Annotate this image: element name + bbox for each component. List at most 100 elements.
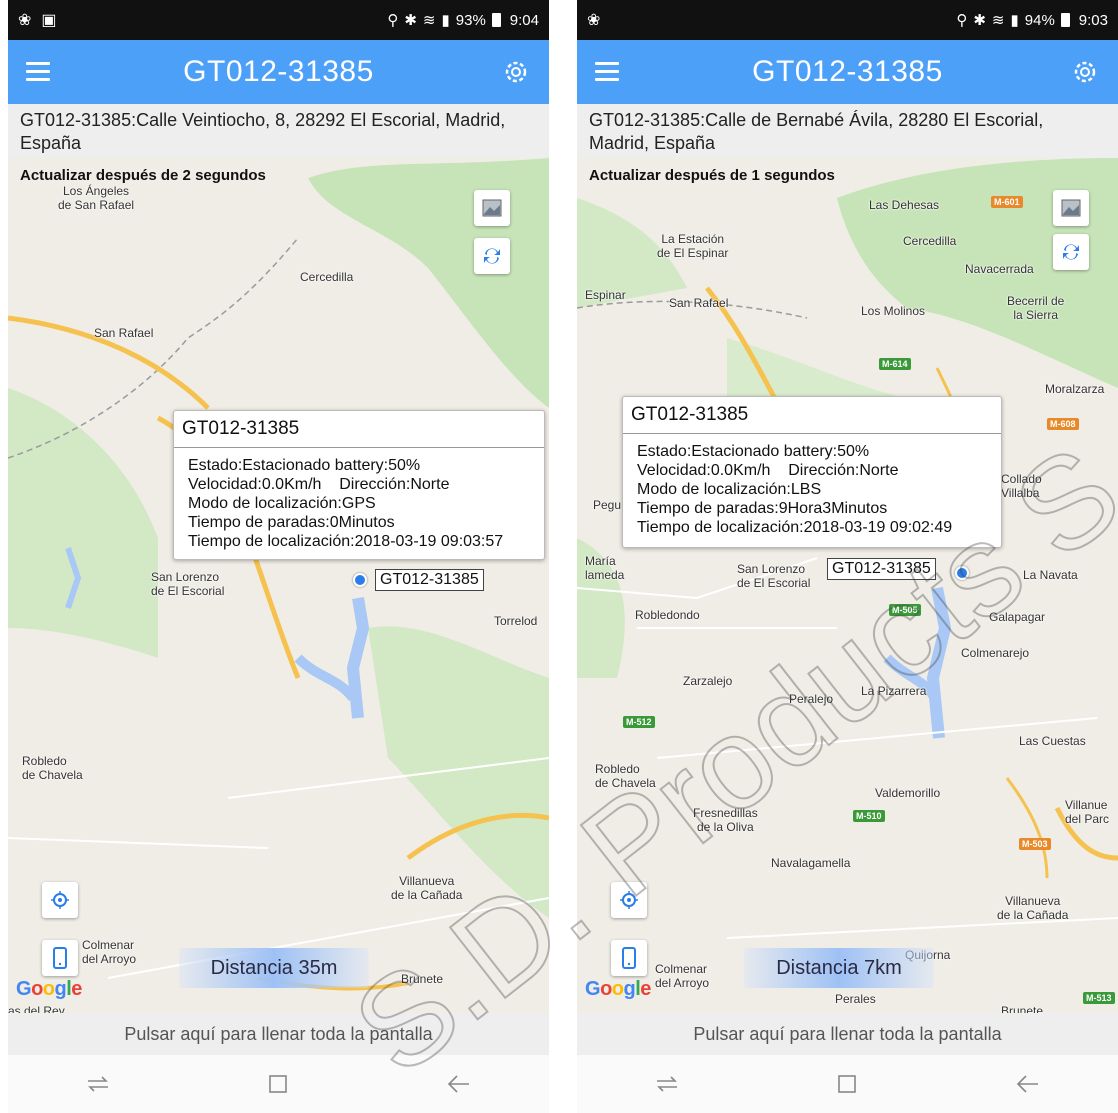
road-badge: M-513 <box>1083 992 1115 1004</box>
map-place-label: Brunete <box>1001 1004 1044 1013</box>
battery-percent: 93% <box>455 11 486 29</box>
map-place-label: Robledo de Chavela <box>595 762 656 790</box>
map-place-label: San Lorenzo de El Escorial <box>737 562 811 590</box>
road-badge: M-608 <box>1047 418 1079 430</box>
clock: 9:03 <box>1078 11 1108 29</box>
app-title: GT012-31385 <box>752 55 943 88</box>
device-marker-label[interactable]: GT012-31385 <box>827 558 936 580</box>
app-bar: GT012-31385 <box>577 40 1118 104</box>
location-icon: ⚲ <box>956 12 968 29</box>
map-place-label: Espinar <box>585 288 626 302</box>
android-navbar <box>577 1055 1118 1113</box>
wifi-icon: ≋ <box>991 12 1005 29</box>
fullscreen-button[interactable]: Pulsar aquí para llenar toda la pantalla <box>577 1013 1118 1055</box>
smartphone-icon <box>622 947 636 969</box>
google-logo: Google <box>585 978 651 1000</box>
map-view[interactable]: Actualizar después de 2 segundos Los Áng… <box>8 158 549 1013</box>
battery-icon <box>491 13 501 27</box>
phone-location-button[interactable] <box>611 940 647 976</box>
fullscreen-button[interactable]: Pulsar aquí para llenar toda la pantalla <box>8 1013 549 1055</box>
map-place-label: Moralzarza <box>1045 382 1105 396</box>
map-place-label: Robledo de Chavela <box>22 754 83 782</box>
map-place-label: Cercedilla <box>903 234 957 248</box>
status-bar: ❀ ⚲ ✱ ≋ ▮ 94% 9:03 <box>577 0 1118 40</box>
address-text: GT012-31385:Calle de Bernabé Ávila, 2828… <box>577 104 1118 158</box>
address-text: GT012-31385:Calle Veintiocho, 8, 28292 E… <box>8 104 549 158</box>
bluetooth-icon: ✱ <box>973 12 986 29</box>
app-title: GT012-31385 <box>183 55 374 88</box>
back-icon[interactable] <box>1010 1069 1046 1099</box>
map-place-label: Villanueva de la Cañada <box>997 894 1069 922</box>
crosshair-icon <box>620 891 638 909</box>
map-place-label: San Rafael <box>94 326 154 340</box>
info-modo: Modo de localización:LBS <box>637 481 822 498</box>
map-place-label: San Rafael <box>669 296 729 310</box>
map-type-button[interactable] <box>474 190 510 226</box>
info-velocidad: Velocidad:0.0Km/h <box>637 462 771 479</box>
status-bar: ❀ ▣ ⚲ ✱ ≋ ▮ 93% 9:04 <box>8 0 549 40</box>
map-place-label: Cercedilla <box>300 270 354 284</box>
map-place-label: Villanueva de la Cañada <box>391 874 463 902</box>
recent-apps-icon[interactable] <box>649 1069 685 1099</box>
map-view[interactable]: Actualizar después de 1 segundos Las Deh… <box>577 158 1118 1013</box>
device-marker-label[interactable]: GT012-31385 <box>375 569 484 591</box>
map-place-label: Galapagar <box>989 610 1046 624</box>
map-place-label: La Pizarrera <box>861 684 927 698</box>
satellite-icon <box>482 199 502 217</box>
info-estado: Estado:Estacionado battery:50% <box>637 443 870 460</box>
info-direccion: Dirección:Norte <box>339 476 450 493</box>
map-place-label: Colmenar del Arroyo <box>82 938 137 966</box>
map-place-label: Fresnedillas de la Oliva <box>693 806 758 834</box>
info-title: GT012-31385 <box>623 397 1001 434</box>
map-place-label: La Estación de El Espinar <box>657 232 729 260</box>
refresh-countdown: Actualizar después de 1 segundos <box>589 167 835 184</box>
map-place-label: Los Molinos <box>861 304 926 318</box>
device-marker[interactable] <box>353 573 367 587</box>
device-marker[interactable] <box>955 566 969 580</box>
map-place-label: Los Ángeles de San Rafael <box>58 184 135 212</box>
map-type-button[interactable] <box>1053 190 1089 226</box>
clock: 9:04 <box>509 11 539 29</box>
recent-apps-icon[interactable] <box>80 1069 116 1099</box>
locate-button[interactable] <box>611 882 647 918</box>
info-speed-direction: Velocidad:0.0Km/h Dirección:Norte <box>637 461 987 480</box>
notification-icon: ❀ <box>587 12 601 29</box>
map-place-label: Torrelod <box>494 614 538 628</box>
info-speed-direction: Velocidad:0.0Km/h Dirección:Norte <box>188 475 530 494</box>
battery-percent: 94% <box>1024 11 1055 29</box>
info-title: GT012-31385 <box>174 411 544 448</box>
map-background <box>577 158 1118 1013</box>
notification-icon: ❀ <box>18 12 32 29</box>
distance-indicator: Distancia 35m <box>179 948 369 988</box>
sync-icon <box>1063 244 1079 260</box>
locate-button[interactable] <box>42 882 78 918</box>
phone-location-button[interactable] <box>42 940 78 976</box>
location-icon: ⚲ <box>387 12 399 29</box>
map-place-label: Peralejo <box>789 692 834 706</box>
distance-indicator: Distancia 7km <box>744 948 934 988</box>
device-info-window: GT012-31385 Estado:Estacionado battery:5… <box>622 396 1002 548</box>
back-icon[interactable] <box>441 1069 477 1099</box>
crosshair-icon <box>51 891 69 909</box>
info-estado: Estado:Estacionado battery:50% <box>188 457 421 474</box>
refresh-button[interactable] <box>1053 234 1089 270</box>
info-direccion: Dirección:Norte <box>788 462 899 479</box>
home-icon[interactable] <box>260 1069 296 1099</box>
map-place-label: Villanue del Parc <box>1065 798 1110 826</box>
home-icon[interactable] <box>829 1069 865 1099</box>
map-place-label: Collado Villalba <box>1001 472 1042 500</box>
info-velocidad: Velocidad:0.0Km/h <box>188 476 322 493</box>
info-paradas: Tiempo de paradas:0Minutos <box>188 514 395 531</box>
map-place-label: La Navata <box>1023 568 1078 582</box>
menu-icon[interactable] <box>595 62 619 82</box>
road-badge: M-512 <box>623 716 655 728</box>
refresh-countdown: Actualizar después de 2 segundos <box>20 167 266 184</box>
signal-icon: ▮ <box>441 12 450 29</box>
map-place-label: Navalagamella <box>771 856 851 870</box>
road-badge: M-505 <box>889 604 921 616</box>
gear-icon[interactable] <box>1070 57 1100 87</box>
map-place-label: Becerril de la Sierra <box>1007 294 1065 322</box>
menu-icon[interactable] <box>26 62 50 82</box>
gear-icon[interactable] <box>501 57 531 87</box>
refresh-button[interactable] <box>474 238 510 274</box>
